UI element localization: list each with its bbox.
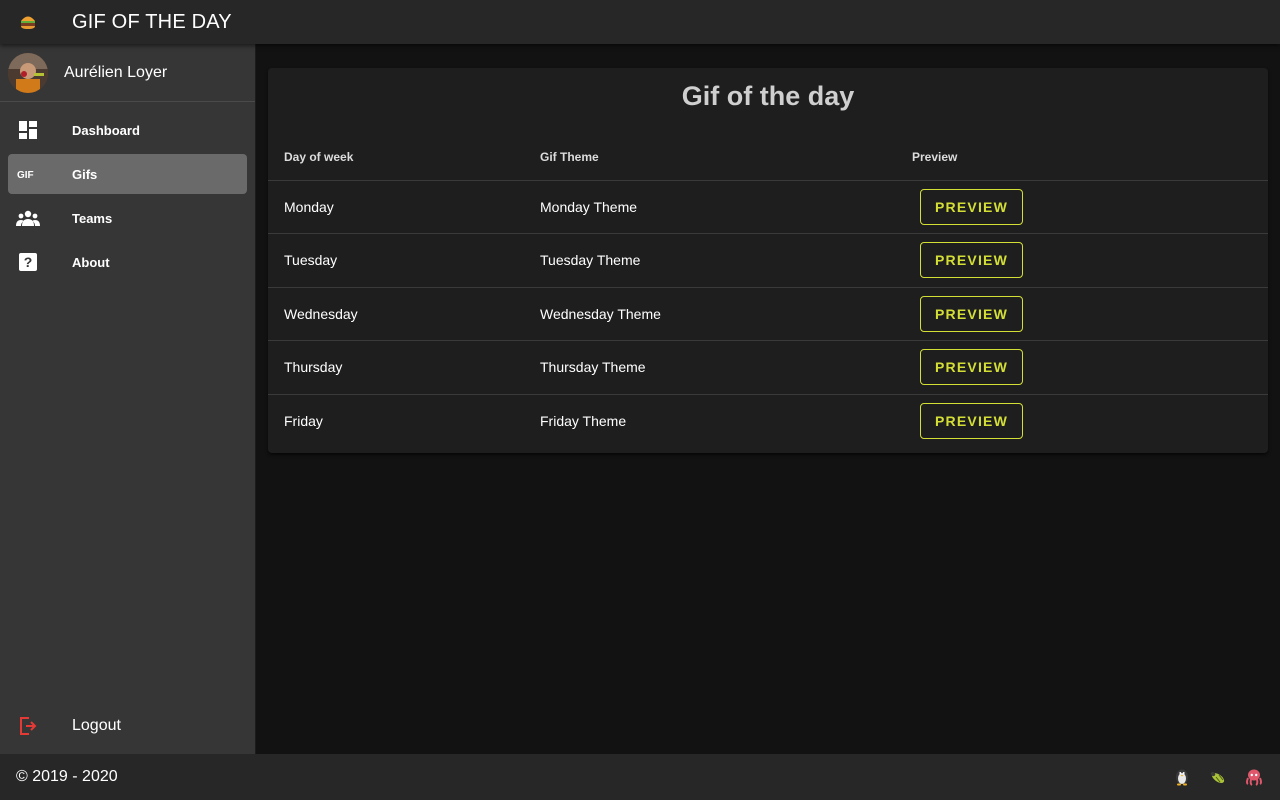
bug-icon[interactable] xyxy=(1208,767,1228,787)
app-bar: GIF OF THE DAY xyxy=(0,0,1280,44)
preview-button[interactable]: PREVIEW xyxy=(920,188,1023,225)
table-row: Wednesday Wednesday Theme PREVIEW xyxy=(268,287,1268,341)
cell-day: Friday xyxy=(284,413,323,429)
table-header-row: Day of week Gif Theme Preview xyxy=(268,134,1268,181)
logout-label: Logout xyxy=(72,717,121,734)
column-header-theme: Gif Theme xyxy=(540,134,912,181)
sidebar-nav: Dashboard GIF Gifs Teams ? About xyxy=(0,102,255,282)
octopus-icon[interactable] xyxy=(1244,767,1264,787)
cell-theme: Thursday Theme xyxy=(540,340,912,395)
sidebar-item-label: About xyxy=(72,254,110,270)
people-icon xyxy=(8,210,48,226)
column-header-day: Day of week xyxy=(268,134,540,181)
preview-button[interactable]: PREVIEW xyxy=(920,349,1023,386)
user-profile[interactable]: Aurélien Loyer xyxy=(0,44,255,102)
sidebar-item-label: Dashboard xyxy=(72,122,140,138)
cell-day: Tuesday xyxy=(268,233,540,288)
preview-button[interactable]: PREVIEW xyxy=(920,295,1023,332)
penguin-icon[interactable] xyxy=(1172,767,1192,787)
svg-text:GIF: GIF xyxy=(17,170,34,181)
table-row: Friday Friday Theme PREVIEW xyxy=(268,394,1268,448)
cell-day: Monday xyxy=(268,180,540,234)
cell-theme: Monday Theme xyxy=(540,180,912,234)
preview-button[interactable]: PREVIEW xyxy=(920,242,1023,279)
svg-text:?: ? xyxy=(24,254,33,270)
gif-icon: GIF xyxy=(8,167,48,181)
sidebar-item-about[interactable]: ? About xyxy=(8,242,247,282)
cell-theme: Friday Theme xyxy=(540,413,627,429)
cell-day: Wednesday xyxy=(268,287,540,341)
app-title: GIF OF THE DAY xyxy=(72,10,232,33)
sidebar-item-label: Teams xyxy=(72,210,113,226)
cell-theme: Tuesday Theme xyxy=(540,233,912,288)
table-row: Tuesday Tuesday Theme PREVIEW xyxy=(268,233,1268,288)
copyright-text: © 2019 - 2020 xyxy=(16,768,118,785)
gif-schedule-table: Day of week Gif Theme Preview Monday Mon… xyxy=(268,134,1268,448)
logout-icon xyxy=(8,716,48,736)
sidebar: Aurélien Loyer Dashboard GIF Gifs Teams … xyxy=(0,44,256,754)
column-header-preview: Preview xyxy=(912,134,1268,181)
user-name: Aurélien Loyer xyxy=(64,63,168,81)
preview-button[interactable]: PREVIEW xyxy=(920,403,1023,439)
sidebar-item-teams[interactable]: Teams xyxy=(8,198,247,238)
cell-day: Thursday xyxy=(268,340,540,395)
sidebar-item-gifs[interactable]: GIF Gifs xyxy=(8,154,247,194)
burger-logo-icon[interactable] xyxy=(0,0,56,44)
table-row: Thursday Thursday Theme PREVIEW xyxy=(268,340,1268,395)
sidebar-item-label: Gifs xyxy=(72,166,98,182)
footer: © 2019 - 2020 xyxy=(0,754,1280,800)
gif-schedule-card: Gif of the day Day of week Gif Theme Pre… xyxy=(268,68,1268,453)
logout-button[interactable]: Logout xyxy=(8,706,248,746)
page-title: Gif of the day xyxy=(681,81,855,111)
cell-theme: Wednesday Theme xyxy=(540,287,912,341)
footer-icons xyxy=(1172,767,1264,787)
sidebar-item-dashboard[interactable]: Dashboard xyxy=(8,110,247,150)
dashboard-icon xyxy=(8,120,48,140)
help-icon: ? xyxy=(8,252,48,272)
table-row: Monday Monday Theme PREVIEW xyxy=(268,180,1268,234)
avatar xyxy=(8,52,48,93)
